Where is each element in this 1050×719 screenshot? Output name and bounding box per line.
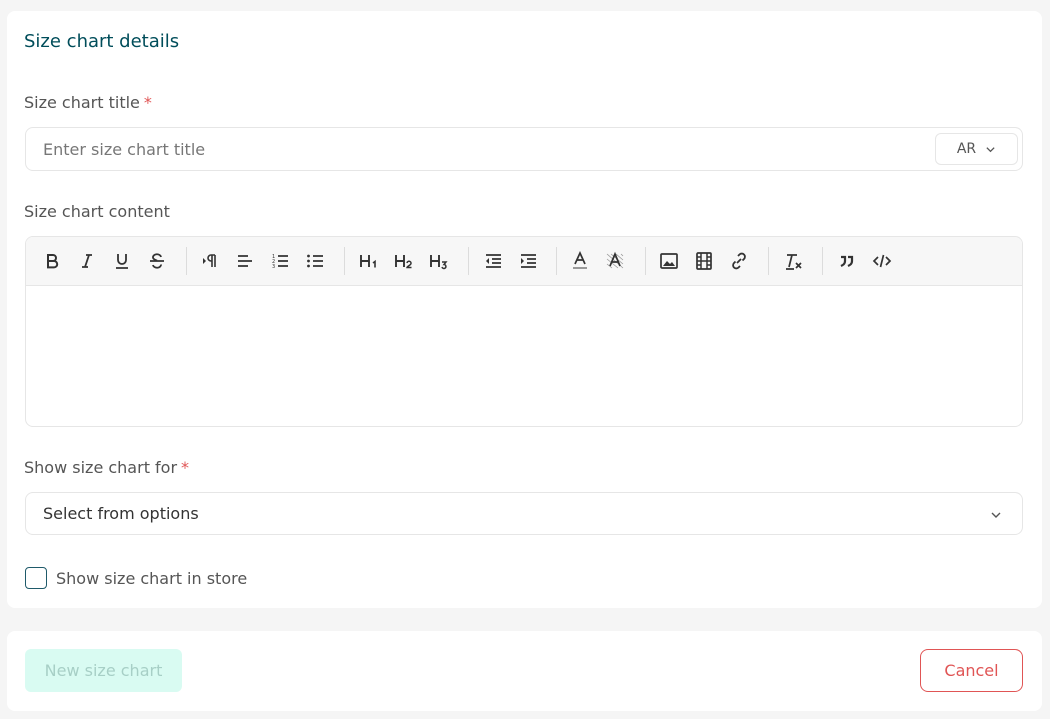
toolbar-separator [645, 247, 646, 275]
show-in-store-label: Show size chart in store [56, 568, 248, 588]
ordered-list-icon[interactable]: 123 [268, 249, 292, 273]
required-mark: * [181, 458, 190, 477]
toolbar-separator [186, 247, 187, 275]
size-chart-details-card: Size chart details Size chart title* AR … [7, 11, 1042, 608]
align-left-icon[interactable] [233, 249, 257, 273]
language-dropdown[interactable]: AR [935, 133, 1018, 165]
size-chart-title-field: AR [25, 127, 1023, 171]
size-chart-title-label: Size chart title [24, 93, 140, 112]
language-label: AR [956, 141, 977, 157]
video-icon[interactable] [692, 249, 716, 273]
size-chart-content-label: Size chart content [24, 202, 170, 221]
indent-icon[interactable] [516, 249, 540, 273]
cancel-button[interactable]: Cancel [920, 649, 1023, 692]
blockquote-icon[interactable] [835, 249, 859, 273]
chevron-down-icon [986, 146, 995, 152]
heading-1-icon[interactable] [357, 249, 381, 273]
toolbar-separator [768, 247, 769, 275]
section-title: Size chart details [24, 31, 180, 52]
editor-toolbar: 123 [26, 237, 1022, 286]
chevron-down-icon [991, 512, 1001, 518]
size-chart-title-input[interactable] [26, 128, 926, 170]
toolbar-separator [344, 247, 345, 275]
footer-actions-card: New size chart Cancel [7, 631, 1042, 711]
background-color-icon[interactable] [603, 249, 627, 273]
toolbar-separator [556, 247, 557, 275]
show-size-chart-for-label: Show size chart for [24, 458, 178, 477]
new-size-chart-button[interactable]: New size chart [25, 649, 182, 692]
link-icon[interactable] [727, 249, 751, 273]
bold-icon[interactable] [40, 249, 64, 273]
rich-text-editor: 123 [25, 236, 1023, 427]
show-in-store-row: Show size chart in store [25, 567, 247, 589]
text-direction-icon[interactable] [198, 249, 222, 273]
image-icon[interactable] [657, 249, 681, 273]
heading-3-icon[interactable] [427, 249, 451, 273]
underline-icon[interactable] [110, 249, 134, 273]
clear-format-icon[interactable] [781, 249, 805, 273]
editor-content-area[interactable] [26, 286, 1022, 426]
italic-icon[interactable] [75, 249, 99, 273]
select-value: Select from options [43, 504, 199, 523]
font-color-icon[interactable] [568, 249, 592, 273]
show-in-store-checkbox[interactable] [25, 567, 47, 589]
outdent-icon[interactable] [481, 249, 505, 273]
heading-2-icon[interactable] [392, 249, 416, 273]
show-for-select[interactable]: Select from options [25, 492, 1023, 535]
svg-text:3: 3 [272, 264, 275, 270]
toolbar-separator [822, 247, 823, 275]
title-label-row: Size chart title * [24, 93, 152, 112]
bullet-list-icon[interactable] [303, 249, 327, 273]
required-mark: * [143, 93, 152, 112]
code-block-icon[interactable] [870, 249, 894, 273]
strikethrough-icon[interactable] [145, 249, 169, 273]
show-for-label-row: Show size chart for * [24, 458, 189, 477]
toolbar-separator [468, 247, 469, 275]
